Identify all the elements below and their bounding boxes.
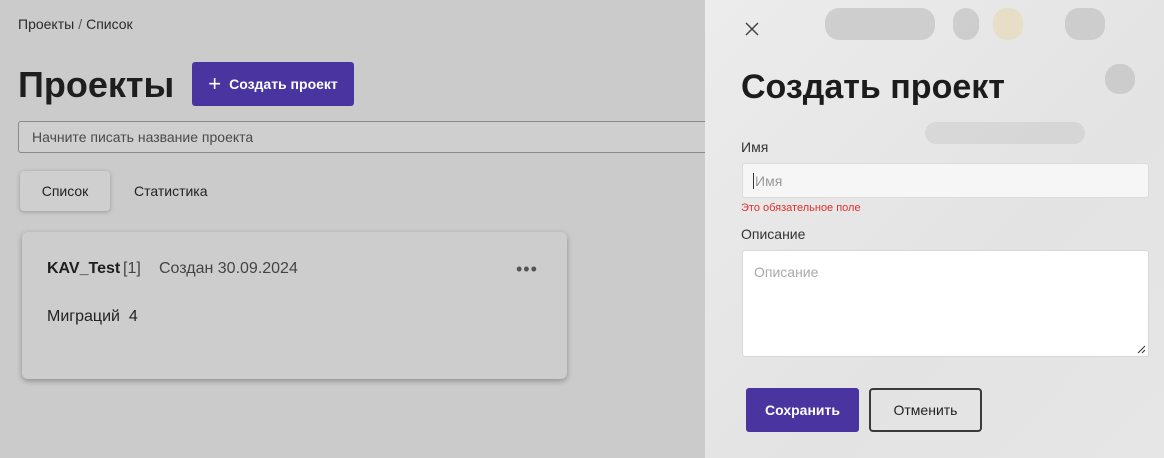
blurred-bg-element <box>925 122 1085 144</box>
blurred-bg-element <box>953 8 979 40</box>
text-caret <box>753 172 754 189</box>
project-count: [1] <box>123 260 141 277</box>
description-placeholder: Описание <box>754 264 819 280</box>
breadcrumb: Проекты / Список <box>18 16 133 32</box>
breadcrumb-item-list: Список <box>86 16 133 32</box>
blurred-bg-element <box>993 8 1023 40</box>
description-label: Описание <box>741 226 806 242</box>
breadcrumb-separator: / <box>78 16 83 32</box>
cancel-button[interactable]: Отменить <box>869 388 982 432</box>
resize-handle-icon[interactable] <box>1136 344 1146 354</box>
blurred-bg-element <box>1105 64 1135 94</box>
close-icon[interactable] <box>741 18 763 40</box>
name-error-message: Это обязательное поле <box>741 202 861 214</box>
more-horizontal-icon[interactable]: ••• <box>516 260 538 278</box>
create-project-label: Создать проект <box>229 76 338 92</box>
project-name: KAV_Test <box>47 260 121 277</box>
project-migrations: Миграций 4 <box>47 308 138 326</box>
blurred-bg-element <box>1065 8 1105 40</box>
name-input[interactable]: Имя <box>742 163 1149 198</box>
project-search-input[interactable]: Начните писать название проекта <box>18 121 718 153</box>
description-textarea[interactable]: Описание <box>742 250 1149 357</box>
tab-statistics[interactable]: Статистика <box>134 171 208 211</box>
project-created-date: Создан 30.09.2024 <box>159 260 298 277</box>
project-card[interactable]: KAV_Test [1] Создан 30.09.2024 ••• Мигра… <box>22 232 567 379</box>
migrations-value: 4 <box>128 308 138 325</box>
breadcrumb-item-projects[interactable]: Проекты <box>18 16 74 32</box>
create-project-button[interactable]: + Создать проект <box>192 62 354 106</box>
name-placeholder: Имя <box>755 172 783 189</box>
save-button[interactable]: Сохранить <box>746 388 859 432</box>
blurred-bg-element <box>825 8 935 40</box>
close-icon-glyph <box>745 22 759 36</box>
page-title: Проекты <box>18 64 175 105</box>
create-project-drawer: Создать проект Имя Имя Это обязательное … <box>705 0 1164 458</box>
name-label: Имя <box>741 139 769 155</box>
drawer-title: Создать проект <box>741 68 1005 106</box>
tab-list[interactable]: Список <box>20 171 110 211</box>
plus-icon: + <box>208 71 222 96</box>
migrations-label: Миграций <box>47 308 120 325</box>
